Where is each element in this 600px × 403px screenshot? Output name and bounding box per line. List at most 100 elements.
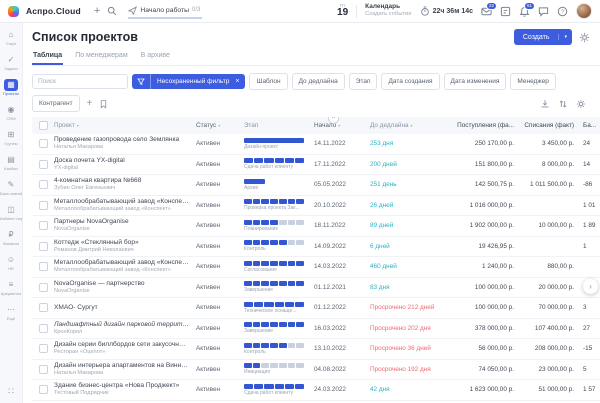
project-name[interactable]: Коттедж «Стеклянный бор» [54, 239, 190, 247]
table-row[interactable]: Доска почета YX-digitalYX-digitalАктивен… [32, 155, 600, 176]
active-filter-chip[interactable]: Несохраненный фильтр × [132, 74, 245, 89]
notes-button[interactable] [500, 6, 511, 17]
scroll-right-button[interactable]: › [583, 279, 598, 294]
row-checkbox[interactable] [39, 180, 48, 189]
table-row[interactable]: Коттедж «Стеклянный бор»Романов Дмитрий … [32, 237, 600, 258]
row-checkbox[interactable] [39, 262, 48, 271]
project-name[interactable]: Ландшафтный дизайн парковой территории [54, 321, 190, 329]
sidebar-item-partner[interactable]: ◫Кабинет партнера [0, 200, 22, 225]
project-name[interactable]: Металлообрабатывающий завод «Конспект» [54, 198, 190, 206]
sidebar-item-tasks[interactable]: ✓Задачи [0, 50, 22, 75]
filter-chip-template[interactable]: Шаблон [249, 73, 287, 90]
create-button[interactable]: Создать ▾ [514, 29, 572, 45]
sidebar-item-hr[interactable]: ☺HR [0, 250, 22, 275]
sidebar-item-projects[interactable]: ▦Проекты [0, 75, 22, 100]
select-all-checkbox[interactable] [39, 121, 48, 130]
row-checkbox[interactable] [39, 283, 48, 292]
column-header-status[interactable]: Статус▾ [196, 122, 244, 129]
table-row[interactable]: Дизайн интерьера апартаментов на Винницк… [32, 360, 600, 381]
project-name[interactable]: NovaOrganise — партнерство [54, 280, 190, 288]
row-checkbox[interactable] [39, 242, 48, 251]
notifications-button[interactable]: 61 [519, 6, 530, 17]
table-row[interactable]: Металлообрабатывающий завод «Конспект»Ме… [32, 196, 600, 217]
row-checkbox[interactable] [39, 201, 48, 210]
expense-amount: 880,00 р. [518, 263, 576, 270]
bookmark-icon[interactable] [99, 99, 108, 109]
row-checkbox[interactable] [39, 160, 48, 169]
mail-button[interactable]: 22 [481, 6, 492, 17]
row-checkbox[interactable] [39, 324, 48, 333]
project-name[interactable]: Металлообрабатывающий завод «Конспект» [54, 259, 190, 267]
search-input[interactable] [32, 74, 128, 89]
onboarding-link[interactable]: Начало работы 0/3 [128, 4, 202, 19]
table-settings-gear-icon[interactable] [576, 99, 586, 109]
project-name[interactable]: Партнеры NovaOrganise [54, 218, 190, 226]
filter-chip-deadline[interactable]: До дедлайна [292, 73, 345, 90]
add-filter-icon[interactable]: + [87, 99, 93, 109]
project-name[interactable]: ХМАО- Сургут [54, 304, 190, 312]
row-checkbox[interactable] [39, 221, 48, 230]
row-checkbox[interactable] [39, 385, 48, 394]
sort-vertical-icon[interactable] [558, 99, 568, 109]
project-name[interactable]: 4-комнатная квартира №668 [54, 177, 190, 185]
table-row[interactable]: Здание бизнес-центра «Нова Проджект»Тест… [32, 380, 600, 401]
clear-filter-icon[interactable]: × [233, 78, 245, 85]
sidebar-item-crm[interactable]: ◉CRM [0, 100, 22, 125]
column-header-expense[interactable]: Списания (факт) [518, 122, 576, 129]
project-name[interactable]: Дизайн интерьера апартаментов на Винницк… [54, 362, 190, 370]
row-checkbox[interactable] [39, 139, 48, 148]
project-name[interactable]: Дизайн серии биллбордов сети закусочных … [54, 341, 190, 349]
sidebar-item-more[interactable]: ⋯Ещё [0, 300, 22, 325]
sidebar-item-groups[interactable]: ⊞Группы [0, 125, 22, 150]
column-header-start[interactable]: Начало▾ [314, 122, 370, 129]
column-header-stage[interactable]: Этап [244, 122, 314, 129]
project-subtitle: Зубин Олег Евгеньевич [54, 185, 190, 192]
row-checkbox[interactable] [39, 344, 48, 353]
table-row[interactable]: Партнеры NovaOrganiseNovaOrganiseАктивен… [32, 216, 600, 237]
sidebar-item-start[interactable]: ⌂Старт [0, 25, 22, 50]
tab-archive[interactable]: В архиве [140, 49, 171, 65]
tab-table[interactable]: Таблица [32, 49, 63, 65]
check-icon: ✓ [4, 54, 18, 66]
table-row[interactable]: 4-комнатная квартира №668Зубин Олег Евге… [32, 175, 600, 196]
table-row[interactable]: Металлообрабатывающий завод «Конспект»Ме… [32, 257, 600, 278]
filter-chip-manager[interactable]: Менеджер [510, 73, 556, 90]
chat-button[interactable] [538, 6, 549, 17]
table-row[interactable]: NovaOrganise — партнерствоNovaOrganiseАк… [32, 278, 600, 299]
column-header-project[interactable]: Проект▾ [54, 122, 196, 129]
column-header-income[interactable]: Поступления (фа... [452, 122, 518, 129]
table-row[interactable]: Дизайн серии биллбордов сети закусочных … [32, 339, 600, 360]
project-name[interactable]: Доска почета YX-digital [54, 157, 190, 165]
project-name[interactable]: Здание бизнес-центра «Нова Проджект» [54, 382, 190, 390]
filter-chip-created[interactable]: Дата создания [381, 73, 439, 90]
table-row[interactable]: Ландшафтный дизайн парковой территорииКр… [32, 319, 600, 340]
tab-managers[interactable]: По менеджерам [74, 49, 128, 65]
work-timer[interactable]: 22ч 36м 14с [420, 6, 473, 16]
bar-segment [288, 281, 296, 286]
apps-grid-icon[interactable]: ∷ [8, 386, 14, 397]
sidebar-item-finance[interactable]: ₽Финансы [0, 225, 22, 250]
today-date[interactable]: Пт 19 [337, 4, 348, 19]
project-name[interactable]: Проведение газопровода село Землянка [54, 136, 190, 144]
column-header-deadline[interactable]: До дедлайна▾ [370, 122, 452, 129]
row-checkbox[interactable] [39, 303, 48, 312]
page-settings-gear-icon[interactable] [579, 32, 590, 43]
sidebar-item-docs[interactable]: ≡Документы [0, 275, 22, 300]
filter-chip-stage[interactable]: Этап [349, 73, 378, 90]
quick-add-button[interactable]: + [94, 6, 100, 17]
export-download-icon[interactable] [540, 99, 550, 109]
chevron-down-icon[interactable]: ▾ [558, 34, 572, 40]
calendar-shortcut[interactable]: Календарь Создать событие [365, 3, 411, 18]
help-button[interactable]: ? [557, 6, 568, 17]
filter-chip-modified[interactable]: Дата изменения [444, 73, 507, 90]
sidebar-item-knowledge[interactable]: ✎База знаний [0, 175, 22, 200]
column-header-balance[interactable]: Ба... [576, 122, 600, 129]
search-icon[interactable] [107, 6, 117, 16]
table-row[interactable]: Проведение газопровода село ЗемлянкаНата… [32, 134, 600, 155]
table-row[interactable]: ХМАО- СургутАктивенТехническое оснаще...… [32, 298, 600, 319]
sidebar-item-kanban[interactable]: ▤Канбан [0, 150, 22, 175]
user-avatar[interactable] [576, 3, 592, 19]
filter-chip-contractor[interactable]: Контрагент [32, 95, 80, 112]
bar-segment [279, 199, 287, 204]
row-checkbox[interactable] [39, 365, 48, 374]
